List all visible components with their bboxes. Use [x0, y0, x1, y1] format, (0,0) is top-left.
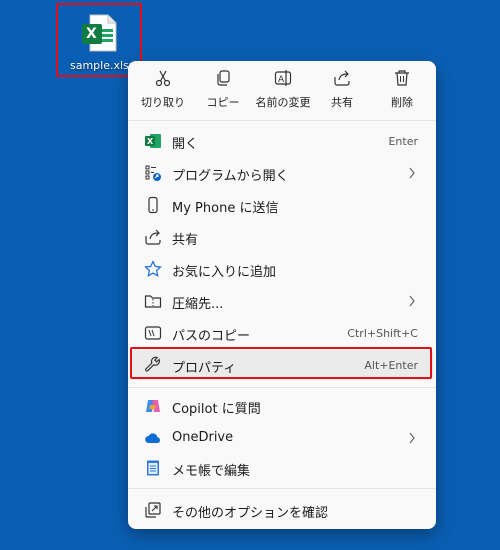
menu-item-open[interactable]: X 開く Enter: [130, 126, 434, 156]
copilot-icon: [144, 397, 162, 415]
cut-label: 切り取り: [141, 96, 185, 109]
separator: [128, 387, 436, 388]
menu-item-ask-copilot[interactable]: Copilot に質問: [130, 391, 434, 421]
menu-item-properties[interactable]: プロパティ Alt+Enter: [130, 350, 434, 380]
chevron-right-icon: [409, 295, 415, 307]
menu-item-label: プロパティ: [172, 361, 237, 376]
excel-icon: X: [144, 132, 162, 150]
wrench-icon: [144, 356, 162, 374]
zip-folder-icon: [144, 292, 162, 310]
file-name-label: sample.xlsx: [70, 59, 136, 72]
menu-item-send-to-phone[interactable]: My Phone に送信: [130, 190, 434, 220]
menu-item-label: その他のオプションを確認: [172, 506, 329, 521]
delete-button[interactable]: 削除: [373, 69, 431, 115]
svg-text:X: X: [147, 137, 154, 146]
rename-icon: A: [274, 70, 292, 86]
share-quick-label: 共有: [331, 96, 353, 109]
menu-item-add-favorite[interactable]: お気に入りに追加: [130, 254, 434, 284]
menu-item-label: プログラムから開く: [172, 169, 289, 184]
shortcut-label: Alt+Enter: [364, 359, 418, 372]
notepad-icon: [144, 459, 162, 477]
rename-button[interactable]: A 名前の変更: [252, 69, 314, 115]
menu-item-label: 開く: [172, 137, 199, 152]
onedrive-icon: [144, 429, 162, 447]
menu-item-onedrive[interactable]: OneDrive: [130, 423, 434, 453]
menu-item-label: メモ帳で編集: [172, 464, 251, 479]
menu-item-more-options[interactable]: その他のオプションを確認: [130, 495, 434, 525]
copy-label: コピー: [206, 96, 240, 109]
menu-item-label: お気に入りに追加: [172, 265, 277, 280]
quick-action-bar: 切り取り コピー A 名前の変更 共有 削除: [128, 61, 436, 119]
delete-label: 削除: [391, 96, 413, 109]
chevron-right-icon: [409, 167, 415, 179]
menu-item-label: 圧縮先...: [172, 297, 224, 312]
phone-icon: [144, 196, 162, 214]
cut-button[interactable]: 切り取り: [134, 69, 192, 115]
menu-item-label: Copilot に質問: [172, 402, 261, 417]
trash-icon: [395, 70, 409, 86]
separator: [128, 120, 436, 121]
more-options-icon: [144, 501, 162, 519]
open-with-icon: [144, 164, 162, 182]
menu-item-label: 共有: [172, 233, 199, 248]
excel-badge-letter: X: [86, 26, 97, 42]
menu-item-label: OneDrive: [172, 430, 234, 445]
share-icon: [334, 70, 350, 86]
excel-file-icon: X: [80, 13, 120, 53]
menu-item-open-with[interactable]: プログラムから開く: [130, 158, 434, 188]
shortcut-label: Enter: [388, 135, 418, 148]
menu-item-label: My Phone に送信: [172, 201, 279, 216]
context-menu: 切り取り コピー A 名前の変更 共有 削除 X 開く Enter プログラムか…: [128, 61, 436, 529]
star-icon: [144, 260, 162, 278]
chevron-right-icon: [409, 432, 415, 444]
copy-path-icon: [144, 324, 162, 342]
share-icon: [144, 228, 162, 246]
share-quick-button[interactable]: 共有: [313, 69, 371, 115]
menu-item-copy-path[interactable]: パスのコピー Ctrl+Shift+C: [130, 318, 434, 348]
rename-label: 名前の変更: [255, 96, 311, 109]
svg-text:A: A: [278, 75, 285, 85]
scissors-icon: [155, 70, 171, 87]
menu-item-share[interactable]: 共有: [130, 222, 434, 252]
copy-icon: [217, 70, 230, 86]
menu-item-compress[interactable]: 圧縮先...: [130, 286, 434, 316]
copy-button[interactable]: コピー: [194, 69, 252, 115]
menu-item-edit-notepad[interactable]: メモ帳で編集: [130, 453, 434, 483]
shortcut-label: Ctrl+Shift+C: [347, 327, 418, 340]
separator: [128, 488, 436, 489]
menu-item-label: パスのコピー: [172, 329, 251, 344]
